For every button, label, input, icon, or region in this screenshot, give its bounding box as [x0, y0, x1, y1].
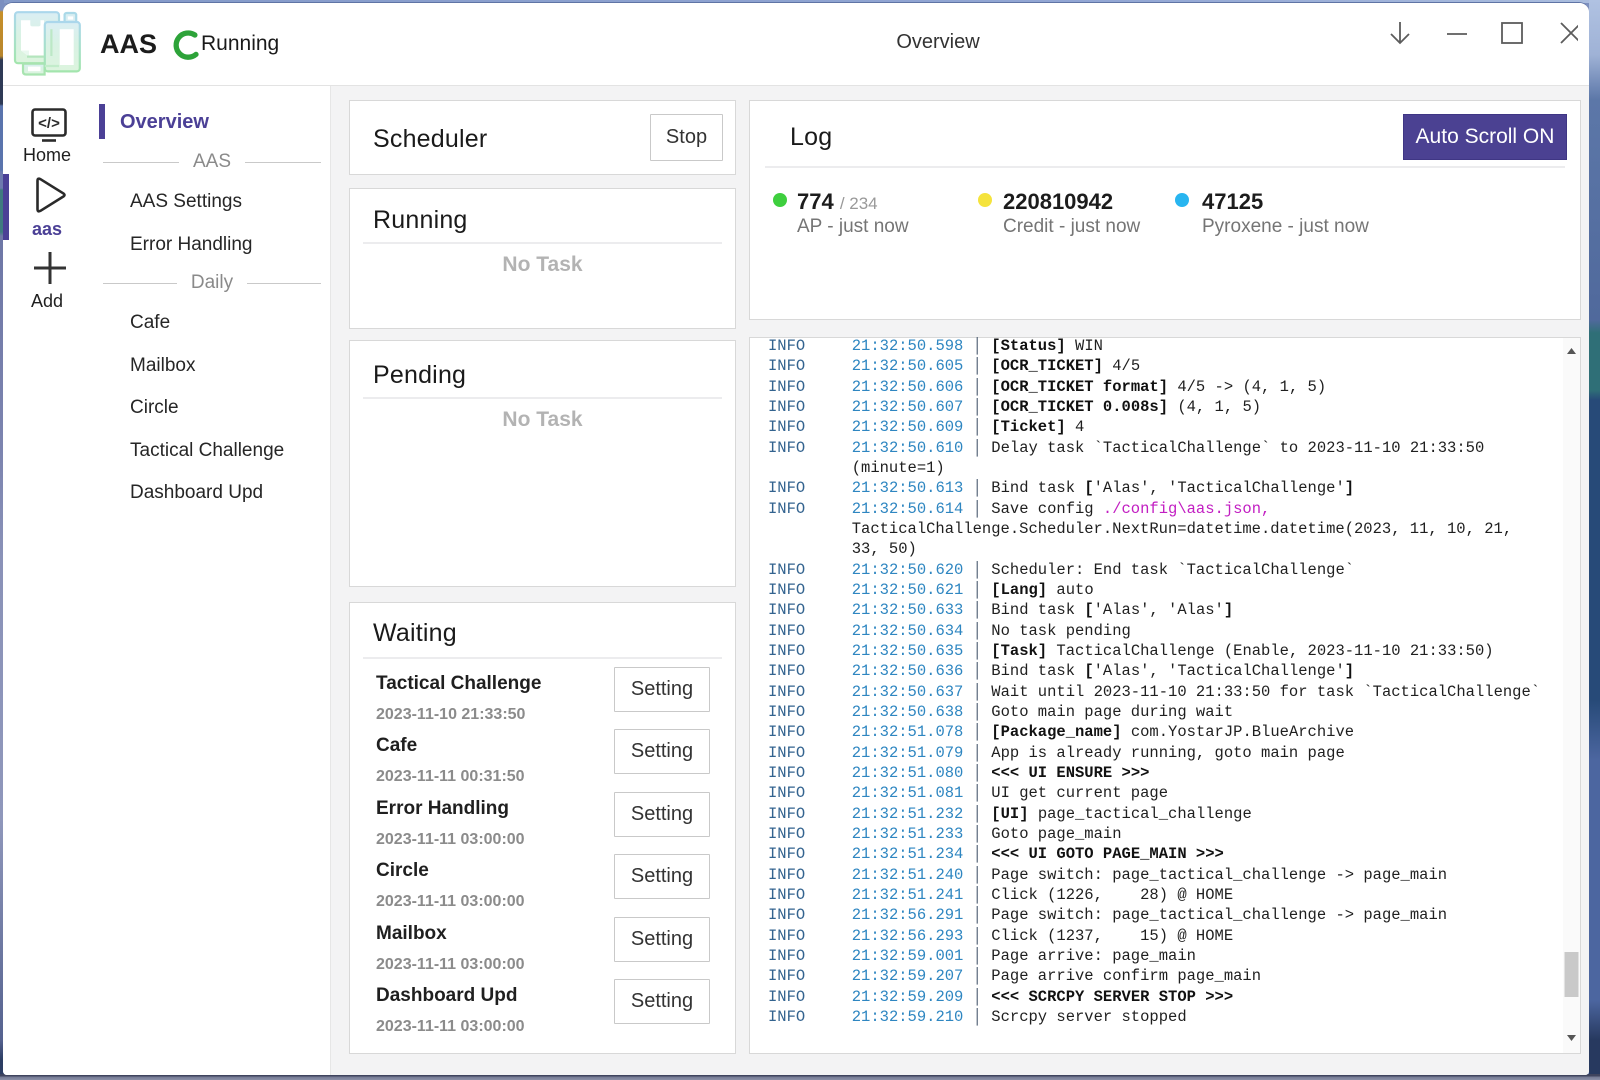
svg-text:</>: </>	[38, 115, 60, 132]
